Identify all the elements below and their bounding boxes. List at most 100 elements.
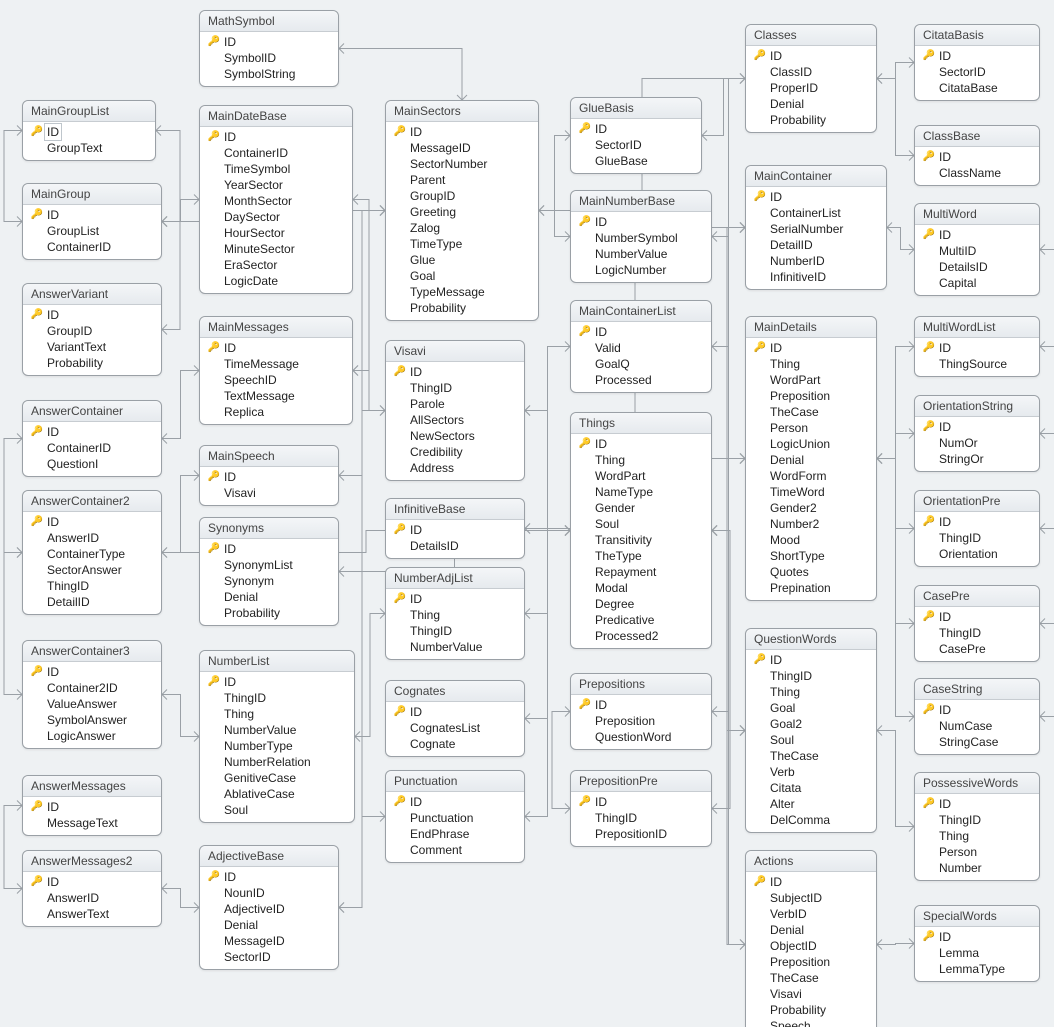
field-row[interactable]: TimeType bbox=[392, 236, 532, 252]
field-row[interactable]: SectorID bbox=[921, 64, 1033, 80]
field-row[interactable]: NewSectors bbox=[392, 428, 518, 444]
field-row[interactable]: NumberValue bbox=[392, 639, 518, 655]
field-row[interactable]: NumCase bbox=[921, 718, 1033, 734]
entity-MainDateBase[interactable]: MainDateBase🔑IDContainerIDTimeSymbolYear… bbox=[199, 105, 353, 294]
entity-PossessiveWords[interactable]: PossessiveWords🔑IDThingIDThingPersonNumb… bbox=[914, 772, 1040, 881]
field-row[interactable]: 🔑ID bbox=[921, 419, 1033, 435]
field-row[interactable]: ThingID bbox=[921, 530, 1033, 546]
field-row[interactable]: WordForm bbox=[752, 468, 870, 484]
entity-header[interactable]: Visavi bbox=[386, 341, 524, 362]
field-row[interactable]: ContainerID bbox=[206, 145, 346, 161]
field-row[interactable]: 🔑ID bbox=[206, 34, 332, 50]
field-row[interactable]: ThingSource bbox=[921, 356, 1033, 372]
entity-header[interactable]: AnswerMessages bbox=[23, 776, 161, 797]
entity-MainGroupList[interactable]: MainGroupList🔑IDGroupText bbox=[22, 100, 156, 161]
field-row[interactable]: EndPhrase bbox=[392, 826, 518, 842]
field-row[interactable]: GroupList bbox=[29, 223, 155, 239]
entity-header[interactable]: SpecialWords bbox=[915, 906, 1039, 927]
entity-header[interactable]: InfinitiveBase bbox=[386, 499, 524, 520]
field-row[interactable]: Goal bbox=[752, 700, 870, 716]
entity-MultiWord[interactable]: MultiWord🔑IDMultiIDDetailsIDCapital bbox=[914, 203, 1040, 296]
field-row[interactable]: AnswerText bbox=[29, 906, 155, 922]
field-row[interactable]: 🔑ID bbox=[392, 794, 518, 810]
entity-OrientationPre[interactable]: OrientationPre🔑IDThingIDOrientation bbox=[914, 490, 1040, 567]
field-row[interactable]: TheCase bbox=[752, 748, 870, 764]
field-row[interactable]: 🔑ID bbox=[752, 874, 870, 890]
entity-header[interactable]: AnswerContainer bbox=[23, 401, 161, 422]
field-row[interactable]: Zalog bbox=[392, 220, 532, 236]
field-row[interactable]: Predicative bbox=[577, 612, 705, 628]
field-row[interactable]: 🔑ID bbox=[921, 149, 1033, 165]
field-row[interactable]: Lemma bbox=[921, 945, 1033, 961]
entity-header[interactable]: MainGroupList bbox=[23, 101, 155, 122]
entity-MainSpeech[interactable]: MainSpeech🔑IDVisavi bbox=[199, 445, 339, 506]
entity-header[interactable]: AnswerContainer2 bbox=[23, 491, 161, 512]
entity-Synonyms[interactable]: Synonyms🔑IDSynonymListSynonymDenialProba… bbox=[199, 517, 339, 626]
field-row[interactable]: SymbolAnswer bbox=[29, 712, 155, 728]
field-row[interactable]: 🔑ID bbox=[921, 227, 1033, 243]
entity-Cognates[interactable]: Cognates🔑IDCognatesListCognate bbox=[385, 680, 525, 757]
entity-AnswerContainer2[interactable]: AnswerContainer2🔑IDAnswerIDContainerType… bbox=[22, 490, 162, 615]
field-row[interactable]: 🔑ID bbox=[921, 702, 1033, 718]
field-row[interactable]: Credibility bbox=[392, 444, 518, 460]
field-row[interactable]: CasePre bbox=[921, 641, 1033, 657]
entity-header[interactable]: NumberList bbox=[200, 651, 354, 672]
field-row[interactable]: VerbID bbox=[752, 906, 870, 922]
field-row[interactable]: Glue bbox=[392, 252, 532, 268]
entity-header[interactable]: CaseString bbox=[915, 679, 1039, 700]
entity-header[interactable]: PossessiveWords bbox=[915, 773, 1039, 794]
field-row[interactable]: LemmaType bbox=[921, 961, 1033, 977]
field-row[interactable]: 🔑ID bbox=[577, 324, 705, 340]
field-row[interactable]: NumberType bbox=[206, 738, 348, 754]
field-row[interactable]: 🔑ID bbox=[921, 796, 1033, 812]
field-row[interactable]: Person bbox=[921, 844, 1033, 860]
field-row[interactable]: 🔑ID bbox=[206, 541, 332, 557]
field-row[interactable]: Soul bbox=[577, 516, 705, 532]
entity-header[interactable]: MainContainer bbox=[746, 166, 886, 187]
field-row[interactable]: 🔑ID bbox=[392, 124, 532, 140]
field-row[interactable]: AnswerID bbox=[29, 890, 155, 906]
field-row[interactable]: DaySector bbox=[206, 209, 346, 225]
entity-header[interactable]: Punctuation bbox=[386, 771, 524, 792]
field-row[interactable]: SectorID bbox=[206, 949, 332, 965]
field-row[interactable]: Thing bbox=[206, 706, 348, 722]
entity-MainSectors[interactable]: MainSectors🔑IDMessageIDSectorNumberParen… bbox=[385, 100, 539, 321]
field-row[interactable]: DetailID bbox=[752, 237, 880, 253]
field-row[interactable]: 🔑ID bbox=[577, 697, 705, 713]
field-row[interactable]: ContainerList bbox=[752, 205, 880, 221]
entity-GlueBasis[interactable]: GlueBasis🔑IDSectorIDGlueBase bbox=[570, 97, 702, 174]
field-row[interactable]: Cognate bbox=[392, 736, 518, 752]
field-row[interactable]: DelComma bbox=[752, 812, 870, 828]
field-row[interactable]: Mood bbox=[752, 532, 870, 548]
field-row[interactable]: HourSector bbox=[206, 225, 346, 241]
field-row[interactable]: NameType bbox=[577, 484, 705, 500]
entity-header[interactable]: QuestionWords bbox=[746, 629, 876, 650]
entity-header[interactable]: Synonyms bbox=[200, 518, 338, 539]
field-row[interactable]: LogicAnswer bbox=[29, 728, 155, 744]
entity-header[interactable]: MainNumberBase bbox=[571, 191, 711, 212]
field-row[interactable]: Degree bbox=[577, 596, 705, 612]
field-row[interactable]: Probability bbox=[752, 112, 870, 128]
field-row[interactable]: InfinitiveID bbox=[752, 269, 880, 285]
field-row[interactable]: GroupText bbox=[29, 140, 149, 156]
field-row[interactable]: Transitivity bbox=[577, 532, 705, 548]
field-row[interactable]: Capital bbox=[921, 275, 1033, 291]
field-row[interactable]: SymbolID bbox=[206, 50, 332, 66]
entity-header[interactable]: MultiWordList bbox=[915, 317, 1039, 338]
field-row[interactable]: Denial bbox=[752, 922, 870, 938]
field-row[interactable]: NumberValue bbox=[577, 246, 705, 262]
field-row[interactable]: TheCase bbox=[752, 970, 870, 986]
field-row[interactable]: ThingID bbox=[577, 810, 705, 826]
entity-header[interactable]: OrientationString bbox=[915, 396, 1039, 417]
field-row[interactable]: ThingID bbox=[392, 380, 518, 396]
entity-Actions[interactable]: Actions🔑IDSubjectIDVerbIDDenialObjectIDP… bbox=[745, 850, 877, 1027]
entity-MainGroup[interactable]: MainGroup🔑IDGroupListContainerID bbox=[22, 183, 162, 260]
field-row[interactable]: 🔑ID bbox=[921, 340, 1033, 356]
field-row[interactable]: Processed2 bbox=[577, 628, 705, 644]
field-row[interactable]: ContainerType bbox=[29, 546, 155, 562]
field-row[interactable]: Parent bbox=[392, 172, 532, 188]
entity-AnswerContainer[interactable]: AnswerContainer🔑IDContainerIDQuestionI bbox=[22, 400, 162, 477]
field-row[interactable]: ThingID bbox=[752, 668, 870, 684]
field-row[interactable]: 🔑ID bbox=[392, 364, 518, 380]
field-row[interactable]: 🔑ID bbox=[29, 207, 155, 223]
